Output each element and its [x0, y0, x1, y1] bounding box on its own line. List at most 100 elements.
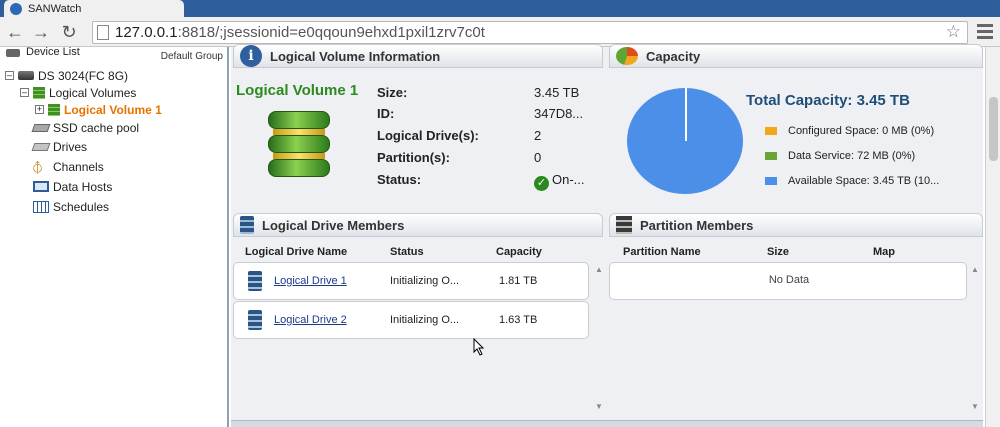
pie-slice-divider — [685, 88, 687, 141]
legend-swatch — [765, 177, 777, 185]
tree-item-logical-volumes[interactable]: – Logical Volumes — [20, 84, 136, 101]
lv-status-value: ✓ On-... — [534, 172, 585, 191]
collapse-icon[interactable]: – — [5, 71, 14, 80]
col-logical-drive-name[interactable]: Logical Drive Name — [245, 246, 347, 258]
logical-drive-link[interactable]: Logical Drive 2 — [274, 314, 347, 326]
logical-drive-icon — [248, 271, 262, 291]
tree-item-logical-volume-1[interactable]: + Logical Volume 1 — [35, 101, 162, 118]
ld-members-table-header: Logical Drive Name Status Capacity — [233, 244, 603, 262]
partition-empty-state: No Data — [609, 262, 967, 300]
device-list-icon — [6, 49, 20, 57]
col-capacity[interactable]: Capacity — [496, 246, 542, 258]
lv-size-value: 3.45 TB — [534, 85, 580, 100]
legend-swatch — [765, 152, 777, 160]
page-scrollbar[interactable] — [985, 47, 1000, 427]
drive-capacity: 1.81 TB — [499, 275, 538, 287]
drive-status: Initializing O... — [390, 275, 460, 287]
partition-members-title: Partition Members — [640, 217, 754, 233]
scroll-down-arrow-icon[interactable]: ▼ — [595, 402, 603, 411]
lv-status-label: Status: — [377, 172, 422, 187]
mouse-cursor-icon — [473, 338, 485, 356]
browser-tab-strip: SANWatch — [0, 0, 1000, 17]
col-size[interactable]: Size — [767, 246, 789, 258]
forward-arrow-icon[interactable]: → — [30, 21, 52, 43]
device-list-pane: Device List Default Group – DS 3024(FC 8… — [0, 46, 229, 427]
legend-available-space: Available Space: 3.45 TB (10... — [765, 174, 939, 188]
total-capacity: Total Capacity: 3.45 TB — [746, 92, 910, 109]
lv-status-row: Status: ✓ On-... — [377, 172, 597, 191]
ld-members-header: Logical Drive Members — [233, 213, 603, 237]
ssd-icon — [31, 123, 51, 132]
back-arrow-icon[interactable]: ← — [4, 21, 26, 43]
legend-data-service: Data Service: 72 MB (0%) — [765, 149, 915, 163]
address-bar[interactable]: 127.0.0.1:8818/;jsessionid=e0qqoun9ehxd1… — [92, 21, 968, 44]
collapse-icon[interactable]: – — [20, 88, 29, 97]
lv-info-header: i Logical Volume Information — [233, 44, 603, 68]
browser-toolbar: ← → ↻ 127.0.0.1:8818/;jsessionid=e0qqoun… — [0, 17, 1000, 47]
browser-menu-icon[interactable] — [975, 22, 995, 42]
channel-icon: ⦽ — [33, 158, 43, 175]
lv-partitions-value: 0 — [534, 150, 542, 165]
logical-volume-graphic-icon — [268, 111, 330, 177]
drive-status: Initializing O... — [390, 314, 460, 326]
tree-item-data-hosts[interactable]: Data Hosts — [33, 178, 112, 195]
lv-logical-drives-row: Logical Drive(s): 2 — [377, 128, 597, 146]
table-row[interactable]: Logical Drive 2 Initializing O... 1.63 T… — [233, 301, 589, 339]
legend-configured-space: Configured Space: 0 MB (0%) — [765, 124, 934, 138]
lv-size-label: Size: — [377, 85, 408, 100]
reload-icon[interactable]: ↻ — [58, 21, 80, 43]
lv-logical-drives-label: Logical Drive(s): — [377, 128, 479, 143]
tree-item-schedules[interactable]: Schedules — [33, 198, 109, 215]
lv-size-row: Size: 3.45 TB — [377, 85, 597, 103]
lv-partitions-row: Partition(s): 0 — [377, 150, 597, 168]
pie-chart-icon — [616, 47, 638, 65]
ld-members-title: Logical Drive Members — [262, 217, 405, 233]
device-list-title: Device List — [26, 46, 80, 58]
lv-id-label: ID: — [377, 106, 395, 121]
scrollbar-thumb[interactable] — [989, 97, 998, 161]
lv-info-title: Logical Volume Information — [270, 48, 441, 64]
tree-item-drives[interactable]: Drives — [31, 138, 87, 155]
logical-volumes-icon — [33, 86, 45, 99]
lv-id-row: ID: 347D8... — [377, 106, 597, 124]
partition-members-header: Partition Members — [609, 213, 983, 237]
page-icon — [97, 25, 109, 40]
browser-tab[interactable]: SANWatch — [4, 0, 184, 17]
lv-name: Logical Volume 1 — [236, 82, 359, 99]
default-group-label[interactable]: Default Group — [161, 51, 223, 62]
partition-icon — [616, 216, 632, 234]
logical-drive-icon — [248, 310, 262, 330]
tree-item-ds-3024[interactable]: – DS 3024(FC 8G) — [5, 67, 128, 84]
scroll-down-arrow-icon[interactable]: ▼ — [971, 402, 979, 411]
scroll-up-arrow-icon[interactable]: ▲ — [595, 265, 603, 274]
sanwatch-favicon-icon — [10, 2, 22, 15]
check-icon: ✓ — [534, 176, 549, 191]
expand-icon[interactable]: + — [35, 105, 44, 114]
table-row[interactable]: Logical Drive 1 Initializing O... 1.81 T… — [233, 262, 589, 300]
drive-capacity: 1.63 TB — [499, 314, 538, 326]
capacity-header: Capacity — [609, 44, 983, 68]
logical-drive-icon — [240, 216, 254, 234]
lv-id-value: 347D8... — [534, 106, 584, 121]
bottom-panel-edge — [231, 420, 983, 427]
logical-drive-link[interactable]: Logical Drive 1 — [274, 275, 347, 287]
url-text[interactable]: 127.0.0.1:8818/;jsessionid=e0qqoun9ehxd1… — [115, 24, 485, 41]
scroll-up-arrow-icon[interactable]: ▲ — [971, 265, 979, 274]
legend-swatch — [765, 127, 777, 135]
storage-device-icon — [18, 71, 34, 80]
host-icon — [33, 181, 49, 192]
bookmark-star-icon[interactable]: ☆ — [946, 22, 961, 42]
calendar-icon — [33, 200, 49, 213]
tree-item-channels[interactable]: ⦽ Channels — [33, 158, 104, 175]
logical-volume-icon — [48, 103, 60, 116]
col-map[interactable]: Map — [873, 246, 895, 258]
browser-tab-title: SANWatch — [28, 2, 82, 15]
col-partition-name[interactable]: Partition Name — [623, 246, 701, 258]
drive-icon — [31, 142, 51, 151]
col-status[interactable]: Status — [390, 246, 424, 258]
info-icon: i — [240, 45, 262, 67]
partition-table-header: Partition Name Size Map — [609, 244, 983, 262]
device-list-header: Device List Default Group — [0, 46, 227, 63]
no-data-text: No Data — [768, 274, 810, 286]
tree-item-ssd-cache-pool[interactable]: SSD cache pool — [31, 119, 139, 136]
